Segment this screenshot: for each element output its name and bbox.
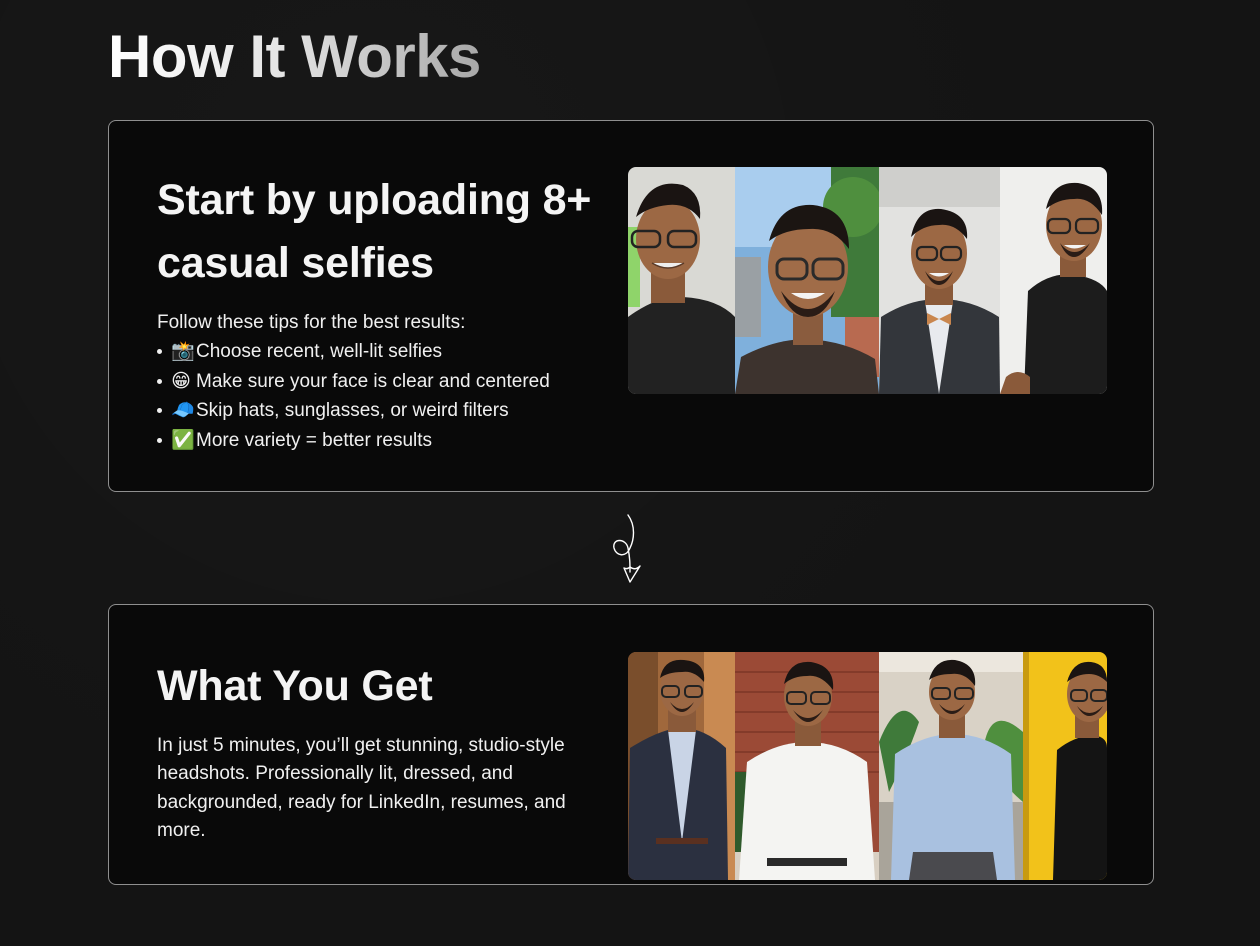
how-it-works-page: How It Works Start by uploading 8+ casua… [0,0,1260,946]
selfie-photo-strip [628,167,1107,394]
upload-step-card: Start by uploading 8+ casual selfies Fol… [108,120,1154,492]
results-step-text: What You Get In just 5 minutes, you’ll g… [157,655,607,845]
check-mark-icon: ✅ [171,428,195,451]
headshot-photo [735,652,879,880]
tips-intro: Follow these tips for the best results: [157,312,466,333]
tip-text: Skip hats, sunglasses, or weird filters [196,400,509,421]
headshot-photo [1023,652,1107,880]
headshot-photo-strip [628,652,1107,880]
headshot-photo [879,652,1023,880]
section-title: How It Works [108,23,481,90]
tip-text: Make sure your face is clear and centere… [196,370,550,392]
tip-item: 🧢Skip hats, sunglasses, or weird filters [157,396,607,426]
headshot-photo [628,652,735,880]
tip-item: 😁 Make sure your face is clear and center… [157,367,607,397]
selfie-photo [1000,167,1107,394]
selfie-photo [879,167,1000,394]
upload-step-heading: Start by uploading 8+ casual selfies [157,176,592,287]
tip-item: 📸Choose recent, well-lit selfies [157,337,607,367]
grinning-face-icon: 😁 [171,369,191,392]
upload-step-text: Start by uploading 8+ casual selfies Fol… [157,169,607,455]
results-step-heading: What You Get [157,662,433,710]
tip-item: ✅More variety = better results [157,426,607,456]
results-description: In just 5 minutes, you’ll get stunning, … [157,735,566,841]
tip-text: More variety = better results [196,429,433,451]
selfie-photo [735,167,879,394]
selfie-photo [628,167,735,394]
tips-list: 📸Choose recent, well-lit selfies 😁 Make s… [157,337,607,455]
down-arrow-icon [613,514,641,583]
results-step-card: What You Get In just 5 minutes, you’ll g… [108,604,1154,885]
cap-icon: 🧢 [171,399,195,421]
camera-flash-icon: 📸 [171,340,195,362]
tip-text: Choose recent, well-lit selfies [196,341,443,362]
